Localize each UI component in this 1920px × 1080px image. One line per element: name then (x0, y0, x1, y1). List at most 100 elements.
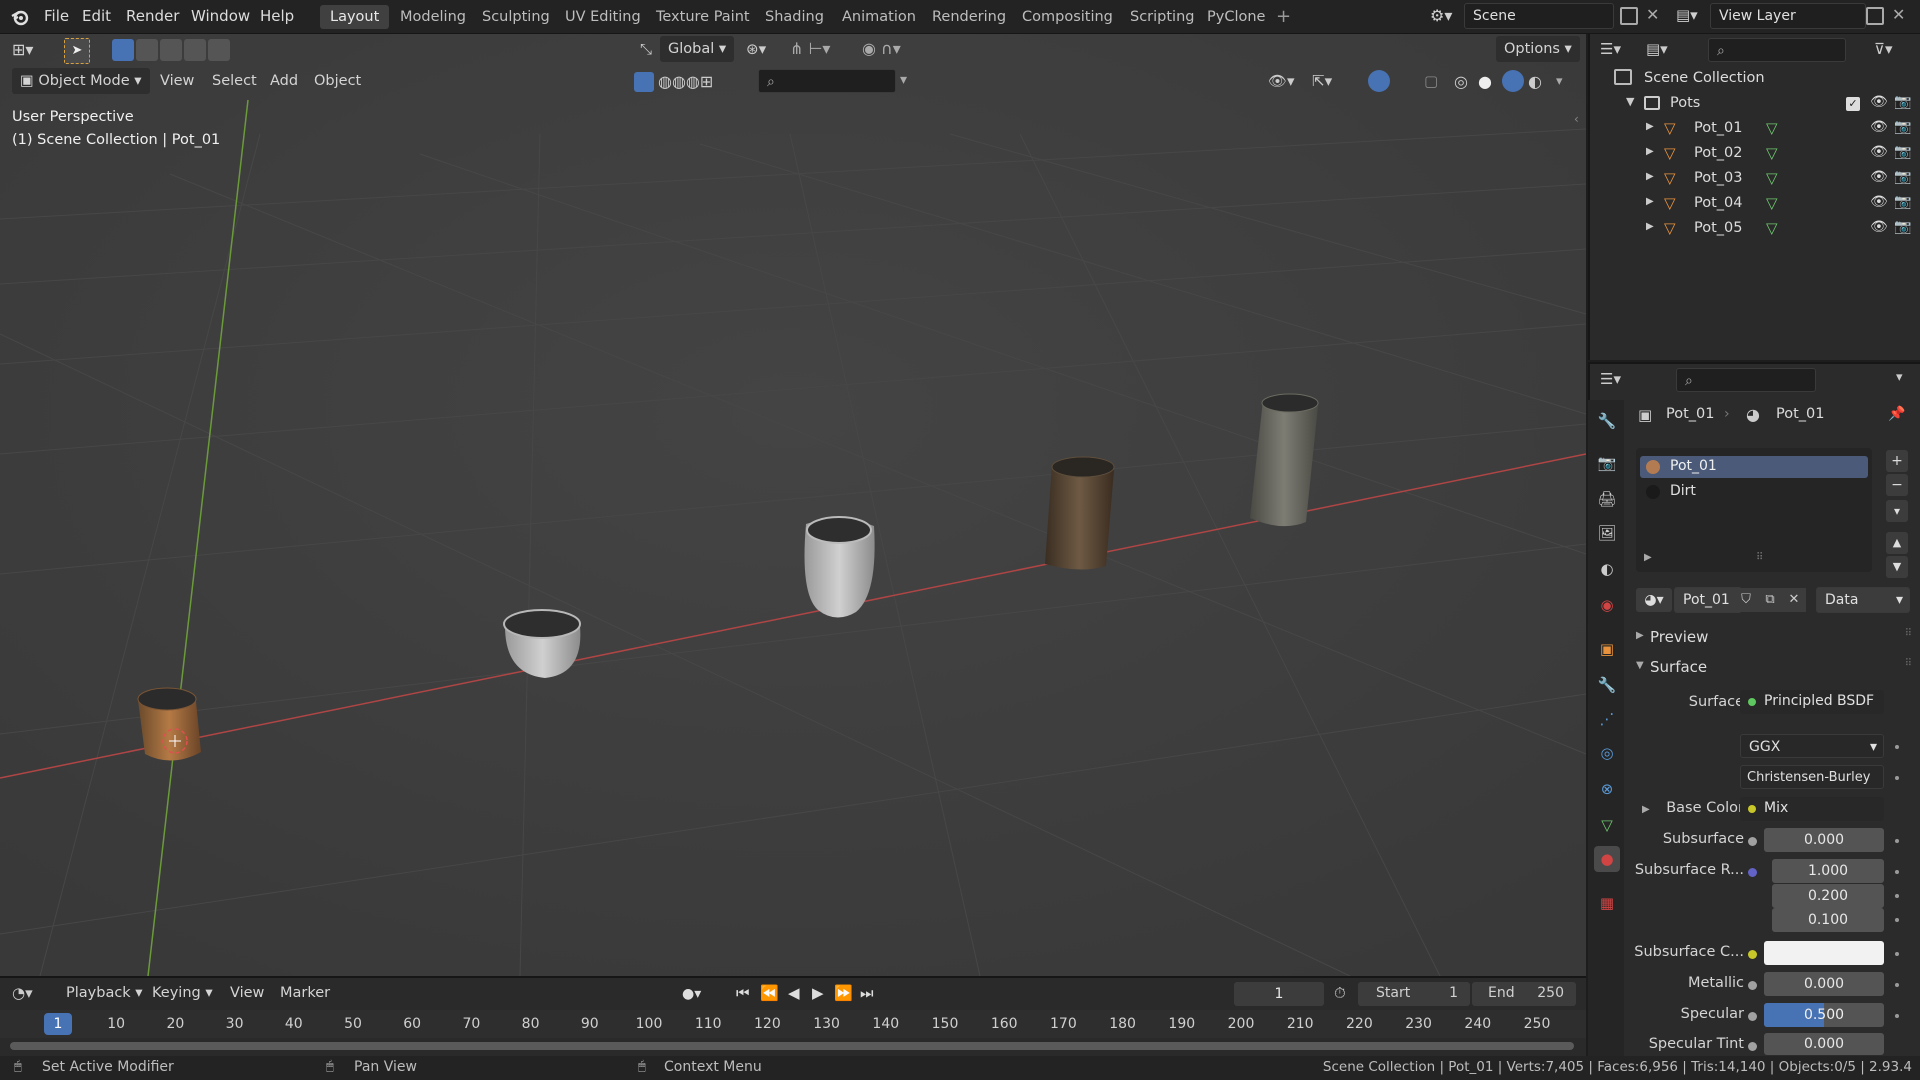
add-workspace-icon[interactable]: + (1276, 6, 1291, 27)
end-frame-field[interactable]: End 250 (1472, 982, 1576, 1006)
pivot-point-icon[interactable]: ⊛▾ (746, 40, 766, 58)
keyframe-dot[interactable] (1895, 1014, 1899, 1018)
gizmo-icon[interactable]: ⇱▾ (1312, 72, 1332, 90)
base-color-field[interactable]: Mix (1740, 797, 1884, 821)
subsurface-method-dropdown[interactable]: Christensen-Burley (1740, 765, 1884, 789)
output-tab-icon[interactable]: 🖨 (1594, 486, 1620, 512)
duplicate-material-icon[interactable]: ⧉ (1758, 588, 1782, 612)
eye-icon[interactable]: 👁 (1870, 119, 1888, 135)
link-mode-dropdown[interactable]: Data ▾ (1816, 587, 1910, 613)
metallic-field[interactable]: 0.000 (1764, 972, 1884, 996)
select-mode-extend-icon[interactable] (136, 39, 158, 61)
shading-solid-icon[interactable]: ● (1478, 72, 1492, 91)
shading-options-icon[interactable]: ▾ (1556, 74, 1563, 89)
exclude-checkbox[interactable]: ✓ (1846, 97, 1860, 111)
viewport-search-field[interactable]: ⌕ (758, 69, 896, 93)
menu-marker[interactable]: Marker (272, 980, 338, 1006)
shading-material-icon[interactable] (1502, 70, 1524, 92)
modifier-tab-icon[interactable]: 🔧 (1594, 672, 1620, 698)
tool-tab-icon[interactable]: 🔧 (1594, 408, 1620, 434)
select-mode-new-icon[interactable] (112, 39, 134, 61)
remove-slot-button[interactable]: − (1886, 474, 1908, 496)
eye-icon[interactable]: 👁 (1870, 94, 1888, 110)
base-color-expand-icon[interactable]: ▶ (1642, 804, 1650, 815)
menu-file[interactable]: File (44, 7, 69, 25)
outliner-row-pot-02[interactable]: ▶ ▽ Pot_02 ▽ 👁 📷 (1590, 142, 1920, 167)
clock-icon[interactable]: ⏱ (1334, 984, 1346, 1002)
select-tool-icon[interactable]: ➤ (64, 38, 90, 64)
unlink-material-icon[interactable]: ✕ (1782, 588, 1806, 612)
fake-user-icon[interactable]: ⛉ (1734, 588, 1758, 612)
render-tab-icon[interactable]: 📷 (1594, 450, 1620, 476)
menu-add[interactable]: Add (262, 68, 306, 94)
expand-arrow-icon[interactable]: ▶ (1646, 221, 1654, 232)
specular-tint-field[interactable]: 0.000 (1764, 1033, 1884, 1055)
keyframe-dot[interactable] (1895, 745, 1899, 749)
outliner-editor-icon[interactable]: ☰▾ (1600, 40, 1621, 58)
keyframe-dot[interactable] (1895, 776, 1899, 780)
select-mode-subtract-icon[interactable] (160, 39, 182, 61)
move-slot-down-button[interactable]: ▼ (1886, 556, 1908, 578)
tab-layout[interactable]: Layout (320, 5, 390, 29)
proportional-edit-icon[interactable]: ◉ ∩▾ (862, 39, 901, 58)
eye-icon[interactable]: 👁 (1870, 194, 1888, 210)
record-icon[interactable]: ●▾ (682, 986, 701, 1002)
menu-keying[interactable]: Keying ▾ (144, 980, 221, 1006)
subsurface-radius-z[interactable]: 0.100 (1772, 908, 1884, 932)
material-tab-icon[interactable]: ● (1594, 846, 1620, 872)
menu-help[interactable]: Help (260, 7, 294, 25)
blender-logo-icon[interactable] (10, 7, 30, 27)
outliner-row-pot-03[interactable]: ▶ ▽ Pot_03 ▽ 👁 📷 (1590, 167, 1920, 192)
camera-icon[interactable]: 📷 (1894, 219, 1911, 235)
transform-orientation-dropdown[interactable]: Global ▾ (660, 36, 735, 62)
scene-tab-icon[interactable]: ◐ (1594, 556, 1620, 582)
menu-timeline-view[interactable]: View (222, 980, 272, 1006)
slot-expand-icon[interactable]: ▶ (1644, 552, 1652, 563)
browse-material-icon[interactable]: ◕▾ (1636, 588, 1672, 612)
transform-orientation-icon[interactable]: ⤡ (640, 40, 652, 58)
display-mode-icon[interactable]: ▤▾ (1646, 40, 1668, 58)
eye-icon[interactable]: 👁 (1870, 169, 1888, 185)
menu-window[interactable]: Window (191, 7, 250, 25)
mesh-data-icon[interactable]: ▽ (1766, 194, 1778, 212)
view-layer-field[interactable]: View Layer (1710, 3, 1866, 29)
expand-arrow-icon[interactable]: ▶ (1646, 171, 1654, 182)
view-layer-icon[interactable]: ▤▾ (1676, 6, 1698, 24)
3d-viewport[interactable]: ⊞▾ ➤ ⤡ Global ▾ ⊛▾ ⋔ ⊢▾ ◉ ∩▾ Options ▾ ▣… (0, 34, 1586, 976)
outliner-row-pot-04[interactable]: ▶ ▽ Pot_04 ▽ 👁 📷 (1590, 192, 1920, 217)
pin-icon[interactable]: 📌 (1888, 406, 1905, 422)
filter-dropdown-icon[interactable]: ▾ (900, 72, 907, 88)
shading-wireframe-icon[interactable]: ◎ (1454, 72, 1468, 91)
menu-edit[interactable]: Edit (82, 7, 111, 25)
expand-arrow-icon[interactable]: ▶ (1646, 121, 1654, 132)
scene-icon[interactable]: ⚙▾ (1430, 6, 1452, 25)
menu-select[interactable]: Select (204, 68, 265, 94)
tab-scripting[interactable]: Scripting (1120, 5, 1204, 29)
mesh-data-icon[interactable]: ▽ (1766, 144, 1778, 162)
keyframe-dot[interactable] (1895, 839, 1899, 843)
editor-type-icon[interactable]: ⊞▾ (12, 40, 33, 59)
menu-playback[interactable]: Playback ▾ (58, 980, 151, 1006)
tab-pyclone[interactable]: PyClone (1197, 5, 1275, 29)
shading-rendered-icon[interactable]: ◐ (1528, 72, 1542, 91)
menu-render[interactable]: Render (126, 7, 179, 25)
subsurface-radius-y[interactable]: 0.200 (1772, 884, 1884, 908)
tab-modeling[interactable]: Modeling (390, 5, 476, 29)
eye-icon[interactable]: 👁 (1870, 144, 1888, 160)
material-name-field[interactable]: Pot_01 (1674, 587, 1742, 613)
preview-panel-header[interactable]: ▶ Preview ⠿ (1630, 626, 1916, 650)
constraints-tab-icon[interactable]: ⊗ (1594, 776, 1620, 802)
scene-new-icon[interactable] (1620, 7, 1638, 25)
move-slot-up-button[interactable]: ▲ (1886, 532, 1908, 554)
tab-shading[interactable]: Shading (755, 5, 834, 29)
surface-panel-header[interactable]: ▼ Surface ⠿ (1630, 656, 1916, 680)
sidebar-toggle-icon[interactable]: ‹ (1574, 112, 1579, 126)
select-mode-intersect-icon[interactable] (208, 39, 230, 61)
eye-icon[interactable]: 👁 (1870, 219, 1888, 235)
selectability-solid-icon[interactable] (634, 72, 654, 92)
subsurface-radius-x[interactable]: 1.000 (1772, 859, 1884, 883)
expand-arrow-icon[interactable]: ▶ (1646, 196, 1654, 207)
mesh-data-icon[interactable]: ▽ (1766, 219, 1778, 237)
timeline-editor-icon[interactable]: ◔▾ (12, 984, 33, 1002)
view-layer-tab-icon[interactable]: 🖼 (1594, 520, 1620, 546)
